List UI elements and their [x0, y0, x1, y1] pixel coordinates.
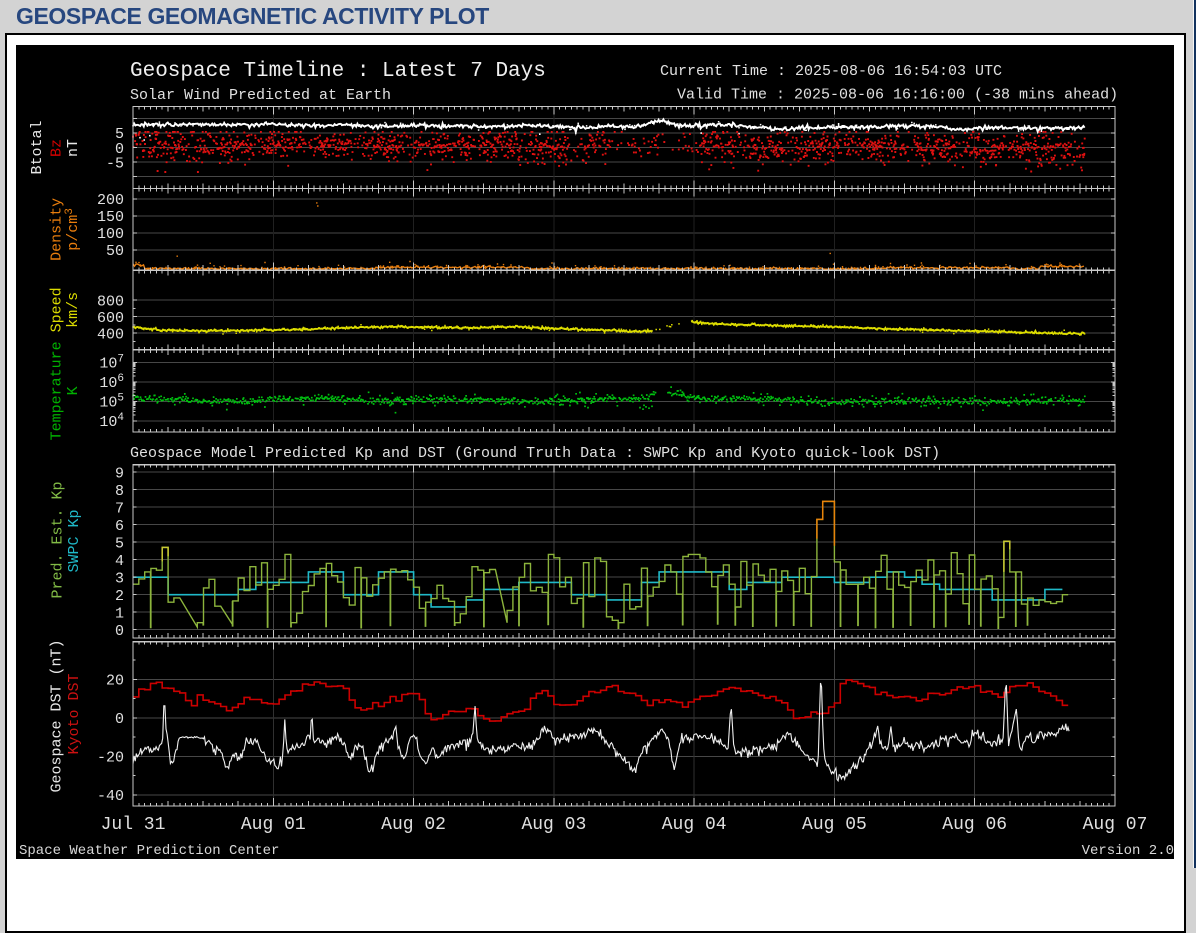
svg-text:Kyoto DST: Kyoto DST: [66, 673, 83, 754]
svg-text:-40: -40: [97, 788, 124, 805]
svg-text:0: 0: [115, 711, 124, 728]
svg-text:Aug 03: Aug 03: [521, 815, 586, 835]
svg-text:Pred. Est. Kp: Pred. Est. Kp: [50, 481, 67, 598]
svg-text:Aug 02: Aug 02: [381, 815, 446, 835]
svg-text:6: 6: [115, 518, 124, 535]
svg-text:Aug 04: Aug 04: [662, 815, 727, 835]
svg-text:7: 7: [115, 500, 124, 517]
svg-text:2: 2: [115, 588, 124, 605]
svg-text:Geospace Timeline : Latest 7 D: Geospace Timeline : Latest 7 Days: [130, 60, 546, 83]
svg-text:Geospace Model Predicted Kp an: Geospace Model Predicted Kp and DST (Gro…: [130, 445, 940, 462]
svg-text:Temperature: Temperature: [49, 341, 66, 440]
svg-text:p/cm3: p/cm3: [64, 208, 82, 251]
svg-text:Geospace DST (nT): Geospace DST (nT): [49, 639, 66, 792]
svg-text:100: 100: [97, 226, 124, 243]
svg-text:Current Time : 2025-08-06 16:5: Current Time : 2025-08-06 16:54:03 UTC: [660, 63, 1002, 80]
svg-text:Bz: Bz: [49, 139, 66, 157]
svg-text:Aug 01: Aug 01: [241, 815, 306, 835]
svg-text:9: 9: [115, 465, 124, 482]
svg-text:Jul 31: Jul 31: [101, 815, 166, 835]
svg-text:107: 107: [99, 354, 124, 373]
svg-text:Valid Time : 2025-08-06 16:16:: Valid Time : 2025-08-06 16:16:00 (-38 mi…: [677, 87, 1118, 104]
svg-text:K: K: [65, 386, 82, 395]
svg-text:-5: -5: [106, 155, 124, 172]
svg-text:-20: -20: [97, 750, 124, 767]
svg-text:nT: nT: [65, 139, 82, 157]
svg-text:Version 2.0: Version 2.0: [1082, 843, 1174, 859]
svg-text:Aug 07: Aug 07: [1083, 815, 1148, 835]
svg-text:0: 0: [115, 623, 124, 640]
svg-text:Density: Density: [49, 198, 66, 261]
svg-text:Solar Wind Predicted at Earth: Solar Wind Predicted at Earth: [130, 87, 391, 104]
svg-text:50: 50: [106, 243, 124, 260]
svg-text:800: 800: [97, 293, 124, 310]
svg-text:20: 20: [106, 673, 124, 690]
svg-text:200: 200: [97, 192, 124, 209]
svg-text:8: 8: [115, 483, 124, 500]
svg-text:1: 1: [115, 605, 124, 622]
svg-text:SWPC Kp: SWPC Kp: [66, 509, 83, 572]
svg-text:4: 4: [115, 553, 124, 570]
svg-text:105: 105: [99, 393, 124, 412]
svg-text:Speed: Speed: [49, 287, 66, 332]
svg-text:5: 5: [115, 535, 124, 552]
svg-text:150: 150: [97, 209, 124, 226]
svg-text:104: 104: [99, 412, 124, 431]
svg-text:km/s: km/s: [65, 292, 82, 328]
svg-text:Btotal: Btotal: [29, 120, 46, 174]
svg-text:600: 600: [97, 310, 124, 327]
svg-text:Aug 05: Aug 05: [802, 815, 867, 835]
svg-text:106: 106: [99, 373, 124, 392]
svg-text:Aug 06: Aug 06: [942, 815, 1007, 835]
svg-text:400: 400: [97, 326, 124, 343]
svg-text:Space Weather Prediction Cente: Space Weather Prediction Center: [19, 843, 279, 859]
svg-text:3: 3: [115, 570, 124, 587]
